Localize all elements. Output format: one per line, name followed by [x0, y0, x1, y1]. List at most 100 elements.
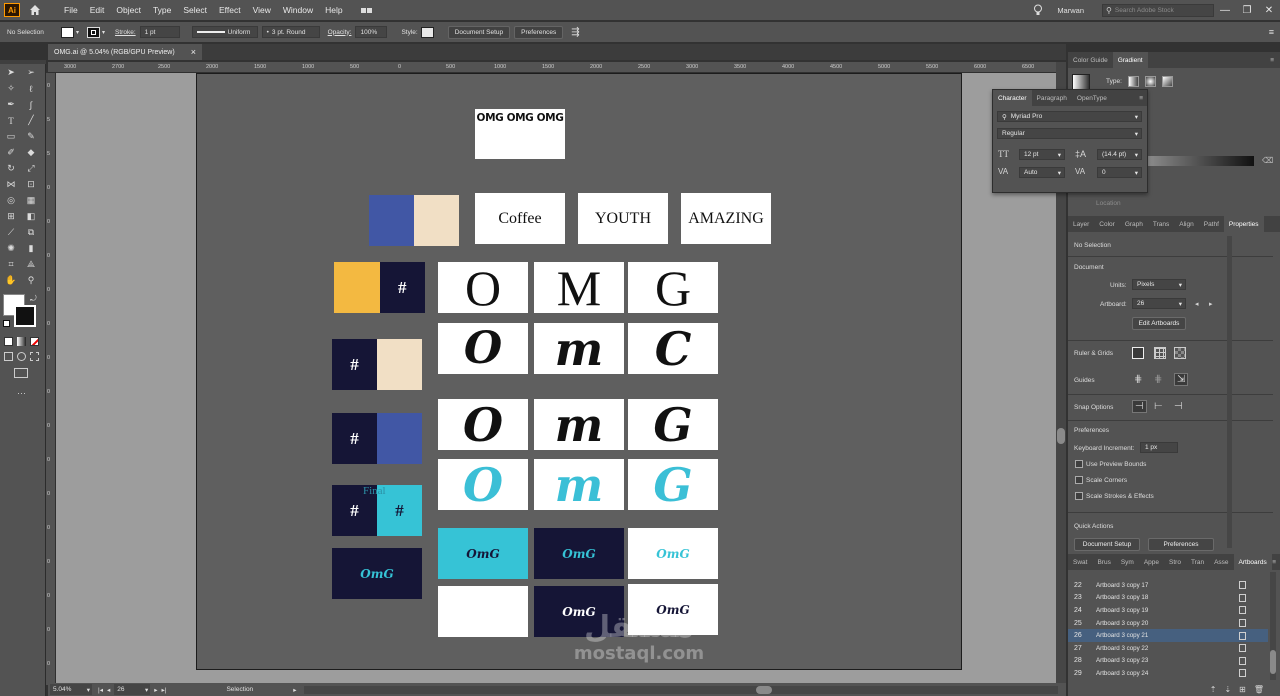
tab-stroke[interactable]: Stro: [1164, 554, 1186, 570]
type-tool-icon[interactable]: T: [5, 115, 17, 126]
stroke-weight-field[interactable]: 1 pt: [139, 26, 180, 38]
tab-pathfinder[interactable]: Pathf: [1199, 216, 1224, 232]
swatch-yellow-navy[interactable]: #: [334, 262, 425, 313]
letter-card-brush2-o[interactable]: O: [438, 399, 528, 450]
word-card-coffee[interactable]: Coffee: [475, 193, 565, 244]
align-options-icon[interactable]: ⇶: [571, 27, 579, 38]
zoom-field[interactable]: 5.04% ▾: [50, 684, 92, 695]
tab-opentype[interactable]: OpenType: [1072, 90, 1112, 106]
panel-menu-icon[interactable]: ≡: [1270, 57, 1274, 64]
fill-dropdown-icon[interactable]: ▾: [76, 29, 79, 36]
artboard-options-icon[interactable]: [1239, 593, 1246, 602]
kerning-field[interactable]: Auto ▾: [1019, 167, 1065, 178]
gradient-tool-icon[interactable]: ◧: [25, 211, 37, 222]
panel-menu-icon[interactable]: ≡: [1269, 27, 1274, 37]
document-setup-button[interactable]: Document Setup: [1074, 538, 1140, 551]
artboard-row[interactable]: 22 Artboard 3 copy 17: [1068, 579, 1268, 592]
mesh-tool-icon[interactable]: ⊞: [5, 211, 17, 222]
vertical-ruler[interactable]: 0 5 5 0 0 0 0 0 0 0 0 0 0 0 0 0 0 0: [46, 73, 56, 685]
tab-symbols[interactable]: Sym: [1116, 554, 1139, 570]
stroke-swatch[interactable]: [87, 26, 101, 38]
artboard-row[interactable]: 27 Artboard 3 copy 22: [1068, 642, 1268, 655]
free-transform-tool-icon[interactable]: ⊡: [25, 179, 37, 190]
user-name[interactable]: Marwan: [1057, 6, 1084, 15]
hand-tool-icon[interactable]: ✋: [5, 275, 17, 286]
stroke-color-box[interactable]: [14, 305, 36, 327]
gradient-mode-icon[interactable]: [17, 337, 26, 346]
horizontal-ruler[interactable]: 3000 2700 2500 2000 1500 1000 500 0 500 …: [48, 62, 1056, 73]
artboard-options-icon[interactable]: [1239, 606, 1246, 615]
toolbar-grip[interactable]: [0, 60, 46, 64]
letter-card-brush1-o[interactable]: O: [438, 323, 528, 374]
word-card-youth[interactable]: YOUTH: [578, 193, 668, 244]
keyboard-increment-field[interactable]: 1 px: [1140, 442, 1178, 453]
tab-color[interactable]: Color: [1094, 216, 1120, 232]
previous-artboard-icon[interactable]: ◂: [1195, 300, 1199, 308]
column-graph-tool-icon[interactable]: ▮: [25, 243, 37, 254]
opacity-label[interactable]: Opacity:: [328, 29, 352, 36]
document-setup-button[interactable]: Document Setup: [447, 25, 511, 39]
artboard-row[interactable]: 23 Artboard 3 copy 18: [1068, 592, 1268, 605]
close-tab-icon[interactable]: ×: [191, 47, 196, 57]
logo-tile-white-cyan[interactable]: OmG: [628, 528, 718, 579]
artboard-dropdown[interactable]: 26 ▾: [1132, 298, 1186, 309]
font-style-dropdown[interactable]: Regular ▾: [997, 128, 1142, 139]
letter-card-brush1-m[interactable]: m: [534, 323, 624, 374]
shaper-tool-icon[interactable]: ✐: [5, 147, 17, 158]
rulers-icon[interactable]: [1132, 347, 1144, 359]
scale-strokes-checkbox[interactable]: [1075, 492, 1083, 500]
tab-asset-export[interactable]: Asse: [1209, 554, 1233, 570]
minimize-icon[interactable]: —: [1214, 0, 1236, 20]
snap-to-pixel-icon[interactable]: ⊢: [1154, 401, 1163, 412]
artboard-options-icon[interactable]: [1239, 619, 1246, 628]
rectangle-tool-icon[interactable]: ▭: [5, 131, 17, 142]
letter-card-brush2-m[interactable]: m: [534, 399, 624, 450]
leading-field[interactable]: (14.4 pt) ▾: [1097, 149, 1142, 160]
preferences-button[interactable]: Preferences: [514, 25, 564, 39]
logo-tile-navy[interactable]: OmG: [534, 528, 624, 579]
menu-help[interactable]: Help: [319, 5, 348, 15]
first-artboard-icon[interactable]: |◂: [98, 686, 103, 694]
new-artboard-icon[interactable]: ⊞: [1239, 685, 1246, 694]
letter-card-cyan-g[interactable]: G: [628, 459, 718, 510]
screen-mode-icon[interactable]: [14, 368, 28, 378]
letter-card-brush2-g[interactable]: G: [628, 399, 718, 450]
artboards-scrollbar[interactable]: [1270, 572, 1276, 680]
home-icon[interactable]: [28, 3, 42, 17]
linear-gradient-icon[interactable]: [1128, 76, 1139, 87]
letter-card-cyan-m[interactable]: m: [534, 459, 624, 510]
eraser-tool-icon[interactable]: ◆: [25, 147, 37, 158]
preferences-button[interactable]: Preferences: [1148, 538, 1214, 551]
swatch-navy-blue[interactable]: #: [332, 413, 422, 464]
delete-artboard-icon[interactable]: 🗑: [1254, 685, 1264, 694]
artboard-row[interactable]: 24 Artboard 3 copy 19: [1068, 604, 1268, 617]
swatch-blue-cream[interactable]: [369, 195, 459, 246]
snap-to-point-icon[interactable]: ⊣: [1132, 400, 1147, 413]
maximize-icon[interactable]: ❐: [1236, 0, 1258, 20]
next-artboard-icon[interactable]: ▸: [1209, 300, 1213, 308]
omg-headline-card[interactable]: OMG OMG OMG: [475, 109, 565, 159]
workspace-switcher-icon[interactable]: [360, 7, 372, 13]
logo-tile-navy-cyan-left[interactable]: OmG: [332, 548, 422, 599]
last-artboard-icon[interactable]: ▸|: [161, 686, 166, 694]
tab-character[interactable]: Character: [993, 90, 1032, 106]
none-mode-icon[interactable]: [30, 337, 39, 346]
width-tool-icon[interactable]: ⋈: [5, 179, 17, 190]
transparency-grid-icon[interactable]: [1174, 347, 1186, 359]
rotate-tool-icon[interactable]: ↻: [5, 163, 17, 174]
horizontal-scrollbar[interactable]: [304, 685, 1058, 694]
snap-to-glyph-icon[interactable]: ⊣: [1174, 401, 1183, 412]
draw-mode-icon[interactable]: [4, 352, 13, 361]
artboard-row[interactable]: 28 Artboard 3 copy 23: [1068, 655, 1268, 668]
default-colors-icon[interactable]: [3, 320, 10, 327]
letter-card-serif-m[interactable]: M: [534, 262, 624, 313]
curvature-tool-icon[interactable]: ∫: [25, 99, 37, 110]
tab-brushes[interactable]: Brus: [1092, 554, 1115, 570]
swap-fill-stroke-icon[interactable]: ⤾: [30, 294, 37, 304]
font-size-field[interactable]: 12 pt ▾: [1019, 149, 1065, 160]
tab-graphic-styles[interactable]: Graph: [1120, 216, 1148, 232]
stock-search-field[interactable]: ⚲ Search Adobe Stock: [1102, 3, 1214, 17]
tab-color-guide[interactable]: Color Guide: [1068, 52, 1113, 68]
panel-menu-icon[interactable]: ≡: [1272, 559, 1276, 566]
menu-file[interactable]: File: [58, 5, 84, 15]
